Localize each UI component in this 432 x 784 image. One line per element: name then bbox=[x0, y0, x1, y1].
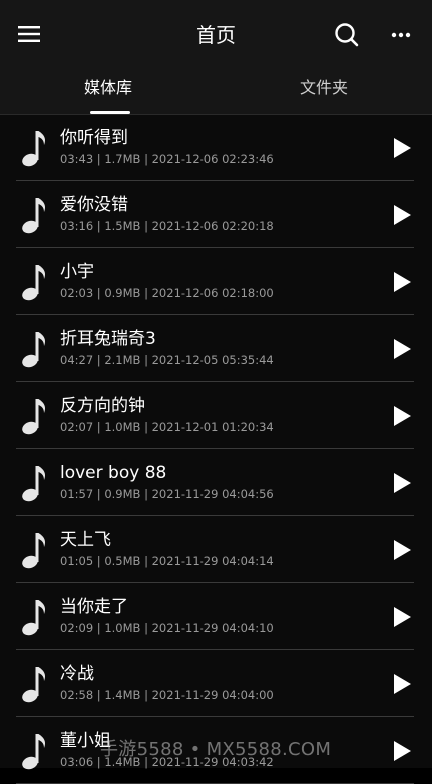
play-icon[interactable] bbox=[390, 404, 414, 428]
song-row[interactable]: 董小姐 03:06 | 1.4MB | 2021-11-29 04:03:42 bbox=[0, 717, 432, 784]
page-title: 首页 bbox=[196, 23, 236, 47]
song-row[interactable]: 天上飞 01:05 | 0.5MB | 2021-11-29 04:04:14 bbox=[0, 516, 432, 583]
play-icon[interactable] bbox=[390, 471, 414, 495]
top-app-bar: 首页 bbox=[0, 0, 432, 68]
song-meta: 02:58 | 1.4MB | 2021-11-29 04:04:00 bbox=[60, 688, 274, 702]
song-title: lover boy 88 bbox=[60, 463, 167, 483]
tab-folders[interactable]: 文件夹 bbox=[216, 68, 432, 114]
play-icon[interactable] bbox=[390, 605, 414, 629]
song-list: 你听得到 03:43 | 1.7MB | 2021-12-06 02:23:46 爱… bbox=[0, 114, 432, 784]
song-title: 你听得到 bbox=[60, 128, 128, 148]
song-meta: 02:03 | 0.9MB | 2021-12-06 02:18:00 bbox=[60, 286, 274, 300]
song-row[interactable]: 小宇 02:03 | 0.9MB | 2021-12-06 02:18:00 bbox=[0, 248, 432, 315]
music-note-icon bbox=[22, 667, 46, 703]
song-row[interactable]: 爱你没错 03:16 | 1.5MB | 2021-12-06 02:20:18 bbox=[0, 181, 432, 248]
music-note-icon bbox=[22, 399, 46, 435]
music-note-icon bbox=[22, 734, 46, 770]
song-row[interactable]: 当你走了 02:09 | 1.0MB | 2021-11-29 04:04:10 bbox=[0, 583, 432, 650]
play-icon[interactable] bbox=[390, 203, 414, 227]
song-row[interactable]: 折耳兔瑞奇3 04:27 | 2.1MB | 2021-12-05 05:35:4… bbox=[0, 315, 432, 382]
song-row[interactable]: lover boy 88 01:57 | 0.9MB | 2021-11-29 0… bbox=[0, 449, 432, 516]
play-icon[interactable] bbox=[390, 538, 414, 562]
more-dots-icon[interactable] bbox=[388, 21, 416, 49]
song-row[interactable]: 反方向的钟 02:07 | 1.0MB | 2021-12-01 01:20:34 bbox=[0, 382, 432, 449]
song-title: 爱你没错 bbox=[60, 195, 128, 215]
music-note-icon bbox=[22, 198, 46, 234]
music-note-icon bbox=[22, 466, 46, 502]
song-title: 天上飞 bbox=[60, 530, 111, 550]
song-title: 小宇 bbox=[60, 262, 94, 282]
search-icon[interactable] bbox=[333, 21, 361, 49]
song-meta: 03:16 | 1.5MB | 2021-12-06 02:20:18 bbox=[60, 219, 274, 233]
song-title: 当你走了 bbox=[60, 597, 128, 617]
song-meta: 02:07 | 1.0MB | 2021-12-01 01:20:34 bbox=[60, 420, 274, 434]
music-note-icon bbox=[22, 131, 46, 167]
play-icon[interactable] bbox=[390, 270, 414, 294]
play-icon[interactable] bbox=[390, 672, 414, 696]
music-note-icon bbox=[22, 600, 46, 636]
music-note-icon bbox=[22, 332, 46, 368]
song-title: 董小姐 bbox=[60, 731, 111, 751]
tab-media-library[interactable]: 媒体库 bbox=[0, 68, 216, 114]
song-row[interactable]: 冷战 02:58 | 1.4MB | 2021-11-29 04:04:00 bbox=[0, 650, 432, 717]
song-meta: 04:27 | 2.1MB | 2021-12-05 05:35:44 bbox=[60, 353, 274, 367]
song-title: 冷战 bbox=[60, 664, 94, 684]
song-row[interactable]: 你听得到 03:43 | 1.7MB | 2021-12-06 02:23:46 bbox=[0, 114, 432, 181]
music-note-icon bbox=[22, 265, 46, 301]
song-title: 折耳兔瑞奇3 bbox=[60, 329, 156, 349]
song-title: 反方向的钟 bbox=[60, 396, 145, 416]
play-icon[interactable] bbox=[390, 739, 414, 763]
song-meta: 03:43 | 1.7MB | 2021-12-06 02:23:46 bbox=[60, 152, 274, 166]
song-meta: 01:57 | 0.9MB | 2021-11-29 04:04:56 bbox=[60, 487, 274, 501]
tab-bar: 媒体库 文件夹 bbox=[0, 68, 432, 115]
song-meta: 02:09 | 1.0MB | 2021-11-29 04:04:10 bbox=[60, 621, 274, 635]
song-meta: 01:05 | 0.5MB | 2021-11-29 04:04:14 bbox=[60, 554, 274, 568]
music-note-icon bbox=[22, 533, 46, 569]
play-icon[interactable] bbox=[390, 337, 414, 361]
play-icon[interactable] bbox=[390, 136, 414, 160]
